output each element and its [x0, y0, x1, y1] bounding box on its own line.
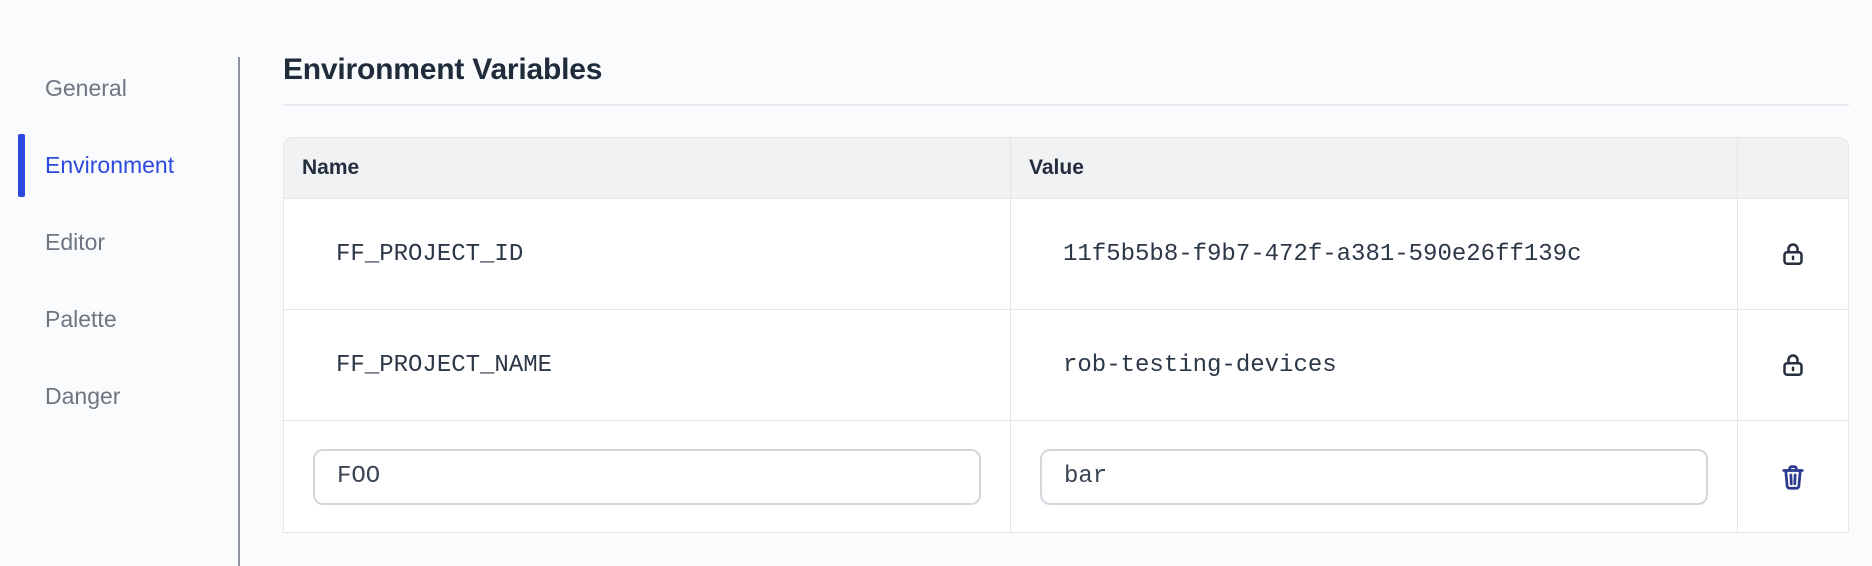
- var-name-input[interactable]: [313, 448, 981, 505]
- var-name-cell: FF_PROJECT_NAME: [284, 310, 1011, 420]
- sidebar-item-label: Danger: [45, 383, 121, 409]
- section-header: Environment Variables: [283, 0, 1849, 106]
- sidebar-item-danger[interactable]: Danger: [0, 358, 238, 435]
- sidebar-item-label: Editor: [45, 229, 106, 255]
- row-actions-cell: [1738, 199, 1848, 309]
- column-header-value: Value: [1011, 138, 1738, 198]
- column-header-name: Name: [284, 138, 1011, 198]
- env-variables-table: Name Value FF_PROJECT_ID 11f5b5b8-f9b7-4…: [283, 137, 1849, 533]
- settings-sidebar: General Environment Editor Palette Dange…: [0, 50, 238, 435]
- var-name-cell: FF_PROJECT_ID: [284, 199, 1011, 309]
- lock-icon: [1771, 232, 1815, 276]
- var-value: 11f5b5b8-f9b7-472f-a381-590e26ff139c: [1063, 240, 1582, 268]
- table-row: FF_PROJECT_NAME rob-testing-devices: [284, 310, 1848, 421]
- page-title: Environment Variables: [283, 53, 603, 86]
- table-row-editable: [284, 421, 1848, 532]
- trash-icon: [1778, 462, 1808, 492]
- var-value: rob-testing-devices: [1063, 351, 1337, 379]
- lock-icon: [1771, 343, 1815, 387]
- var-value-input-cell: [1011, 421, 1738, 532]
- delete-row-button[interactable]: [1771, 455, 1815, 499]
- table-row: FF_PROJECT_ID 11f5b5b8-f9b7-472f-a381-59…: [284, 199, 1848, 310]
- table-header-row: Name Value: [284, 138, 1848, 199]
- active-indicator-bar: [18, 134, 25, 197]
- environment-settings-panel: Environment Variables Name Value FF_PROJ…: [283, 0, 1849, 533]
- sidebar-item-label: Palette: [45, 306, 117, 332]
- var-name: FF_PROJECT_NAME: [336, 351, 553, 379]
- sidebar-item-label: Environment: [45, 152, 175, 178]
- sidebar-item-environment[interactable]: Environment: [0, 127, 238, 204]
- var-name: FF_PROJECT_ID: [336, 240, 524, 268]
- var-name-input-cell: [284, 421, 1011, 532]
- column-header-actions: [1738, 138, 1848, 198]
- sidebar-item-label: General: [45, 75, 127, 101]
- var-value-cell: rob-testing-devices: [1011, 310, 1738, 420]
- row-actions-cell: [1738, 421, 1848, 532]
- sidebar-item-general[interactable]: General: [0, 50, 238, 127]
- sidebar-divider: [238, 57, 240, 566]
- sidebar-item-palette[interactable]: Palette: [0, 281, 238, 358]
- var-value-input[interactable]: [1040, 448, 1708, 505]
- var-value-cell: 11f5b5b8-f9b7-472f-a381-590e26ff139c: [1011, 199, 1738, 309]
- sidebar-item-editor[interactable]: Editor: [0, 204, 238, 281]
- row-actions-cell: [1738, 310, 1848, 420]
